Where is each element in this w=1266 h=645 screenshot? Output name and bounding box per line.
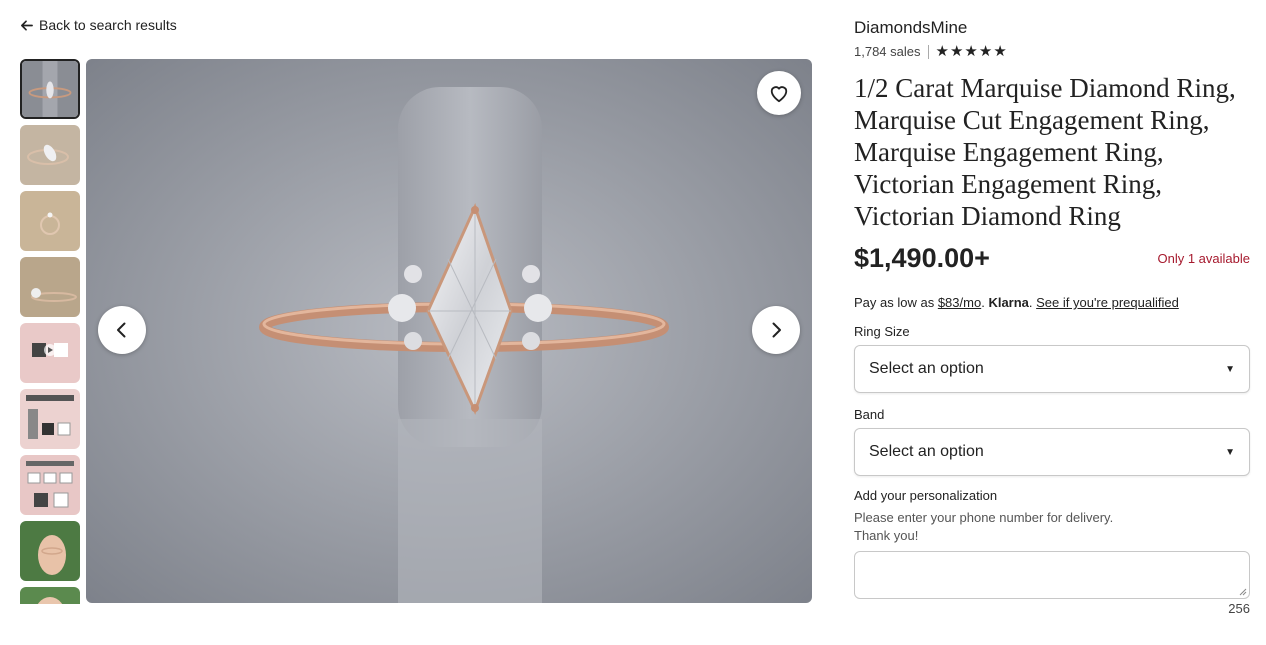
band-select[interactable]: Select an option ▼ <box>854 428 1250 476</box>
back-link-label: Back to search results <box>39 17 177 33</box>
price: $1,490.00+ <box>854 243 990 273</box>
ring-photo <box>86 59 812 603</box>
previous-image-button[interactable] <box>98 306 146 354</box>
personalization-help: Please enter your phone number for deliv… <box>854 509 1250 545</box>
thumbnail-3[interactable] <box>20 191 80 251</box>
packaging-thumbnail-image <box>20 455 80 515</box>
thumbnail-strip <box>20 59 80 604</box>
sales-count: 1,784 sales <box>854 44 921 59</box>
chevron-left-icon <box>117 322 126 338</box>
personalization-help-line: Thank you! <box>854 528 919 543</box>
back-to-search-link[interactable]: Back to search results <box>20 17 177 33</box>
thumbnail-6[interactable] <box>20 389 80 449</box>
ring-thumbnail-image <box>20 125 80 185</box>
shop-name-link[interactable]: DiamondsMine <box>854 18 967 38</box>
shop-stats: 1,784 sales ★ ★ ★ ★ ★ <box>854 44 1250 59</box>
price-row: $1,490.00+ Only 1 available <box>854 243 1250 274</box>
listing-details-panel: DiamondsMine 1,784 sales ★ ★ ★ ★ ★ 1/2 C… <box>854 17 1250 616</box>
hand-thumbnail-image <box>20 521 80 581</box>
listing-title: 1/2 Carat Marquise Diamond Ring, Marquis… <box>854 73 1236 231</box>
financing-amount-link[interactable]: $83/mo <box>938 295 981 310</box>
caret-down-icon: ▼ <box>1225 446 1235 458</box>
thumbnail-7[interactable] <box>20 455 80 515</box>
main-product-image[interactable] <box>86 59 812 603</box>
stock-status: Only 1 available <box>1157 251 1251 266</box>
character-counter: 256 <box>1228 601 1250 616</box>
resize-grip-icon[interactable] <box>1239 588 1247 596</box>
arrow-left-icon <box>21 19 33 31</box>
star-icon: ★ <box>978 43 993 60</box>
ring-size-select[interactable]: Select an option ▼ <box>854 345 1250 393</box>
hand-thumbnail-image <box>20 587 80 604</box>
ring-thumbnail-image <box>20 257 80 317</box>
thumbnail-2[interactable] <box>20 125 80 185</box>
personalization-textarea[interactable] <box>854 551 1250 599</box>
ring-thumbnail-image <box>22 61 78 117</box>
next-image-button[interactable] <box>752 306 800 354</box>
band-label: Band <box>854 407 885 422</box>
thumbnail-8[interactable] <box>20 521 80 581</box>
thumbnail-5[interactable] <box>20 323 80 383</box>
star-icon: ★ <box>949 43 964 60</box>
ring-thumbnail-image <box>20 191 80 251</box>
thumbnail-1[interactable] <box>20 59 80 119</box>
thumbnail-4[interactable] <box>20 257 80 317</box>
personalization-help-line: Please enter your phone number for deliv… <box>854 510 1114 525</box>
financing-info: Pay as low as $83/mo. Klarna. See if you… <box>854 295 1250 310</box>
rating-stars[interactable]: ★ ★ ★ ★ ★ <box>936 44 1007 59</box>
financing-prefix: Pay as low as <box>854 295 938 310</box>
star-icon: ★ <box>993 43 1007 60</box>
chevron-right-icon <box>772 322 781 338</box>
divider <box>927 44 929 59</box>
personalization-label: Add your personalization <box>854 488 998 503</box>
band-value: Select an option <box>869 443 984 460</box>
caret-down-icon: ▼ <box>1225 363 1235 375</box>
prequalify-link[interactable]: See if you're prequalified <box>1036 295 1179 310</box>
ring-size-label: Ring Size <box>854 324 910 339</box>
size-guide-thumbnail-image <box>20 389 80 449</box>
ring-size-value: Select an option <box>869 360 984 377</box>
favorite-button[interactable] <box>757 71 801 115</box>
star-icon: ★ <box>964 43 978 60</box>
thumbnail-9[interactable] <box>20 587 80 604</box>
klarna-logo: Klarna <box>988 295 1029 310</box>
video-thumbnail-image <box>20 323 80 383</box>
star-icon: ★ <box>935 43 949 60</box>
heart-icon <box>770 86 788 103</box>
